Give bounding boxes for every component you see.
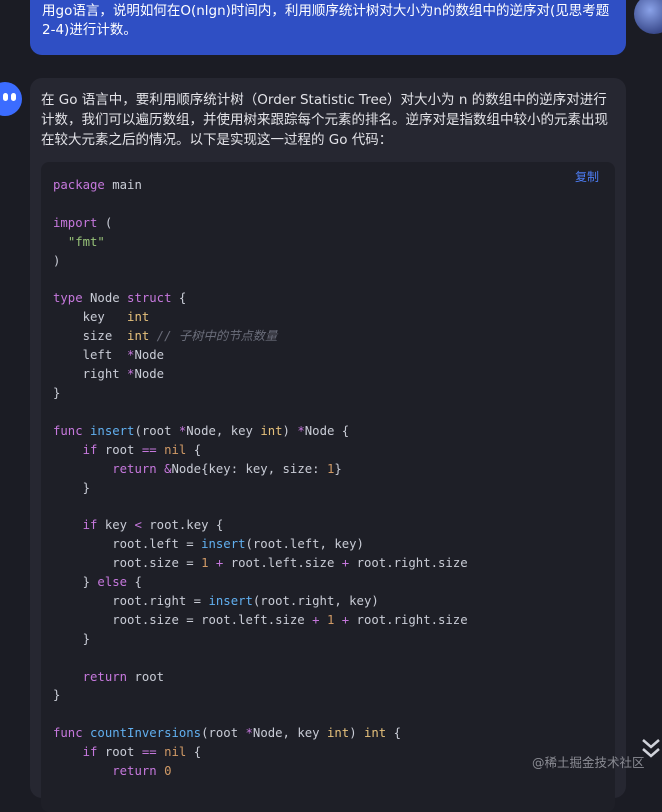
code-block: 复制 package main import ( "fmt" ) type No…	[41, 162, 615, 812]
watermark: @稀土掘金技术社区	[532, 755, 645, 770]
user-message-bubble: 用go语言，说明如何在O(nlgn)时间内，利用顺序统计树对大小为n的数组中的逆…	[30, 0, 626, 55]
code-content: package main import ( "fmt" ) type Node …	[53, 178, 468, 779]
assistant-intro-text: 在 Go 语言中，要利用顺序统计树（Order Statistic Tree）对…	[41, 92, 608, 148]
user-message-text: 用go语言，说明如何在O(nlgn)时间内，利用顺序统计树对大小为n的数组中的逆…	[42, 3, 610, 38]
copy-button[interactable]: 复制	[575, 168, 599, 185]
bot-avatar-icon	[0, 82, 22, 116]
double-chevron-down-icon[interactable]	[640, 736, 662, 766]
user-avatar-icon[interactable]	[634, 0, 662, 34]
assistant-message-card: 在 Go 语言中，要利用顺序统计树（Order Statistic Tree）对…	[30, 78, 626, 812]
